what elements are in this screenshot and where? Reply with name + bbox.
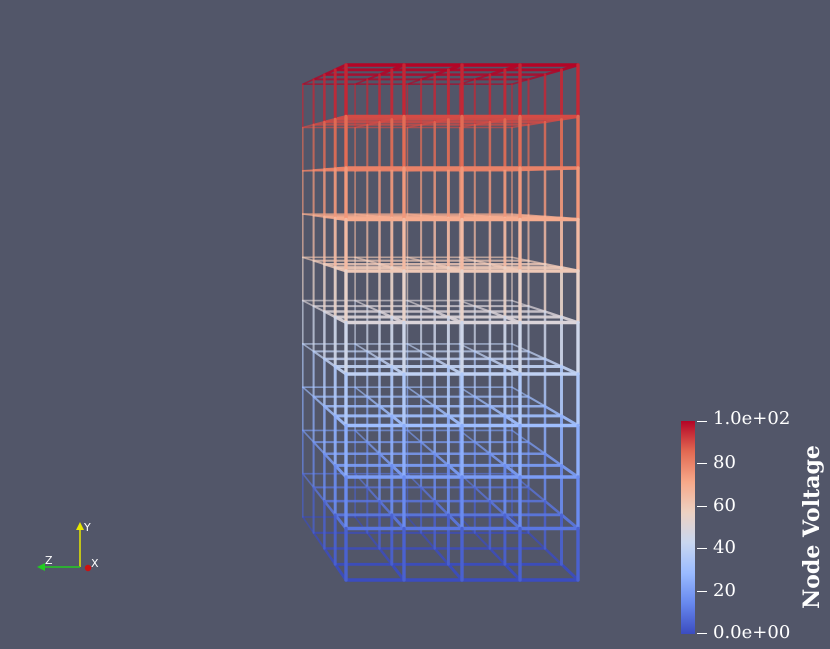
lattice-wire bbox=[301, 299, 315, 307]
lattice-wire bbox=[323, 452, 337, 467]
lattice-wire bbox=[323, 405, 337, 418]
lattice-wire bbox=[543, 499, 563, 517]
colorbar-label-80: 80 bbox=[713, 452, 736, 473]
lattice-wire bbox=[301, 516, 315, 534]
lattice-wire bbox=[406, 343, 422, 353]
lattice-wire bbox=[473, 531, 491, 550]
colorbar-label-max: 1.0e+02 bbox=[713, 408, 791, 429]
lattice-wire bbox=[312, 486, 326, 503]
z-axis-arrowhead bbox=[37, 563, 45, 571]
lattice-wire bbox=[527, 486, 547, 503]
lattice-wire bbox=[301, 429, 315, 443]
colorbar-tick bbox=[697, 506, 707, 507]
colorbar-label-60: 60 bbox=[713, 495, 736, 516]
colorbar-label-min: 0.0e+00 bbox=[713, 622, 791, 643]
lattice-wire bbox=[420, 531, 436, 550]
y-axis-label: Y bbox=[83, 521, 91, 534]
x-axis-label: X bbox=[91, 557, 99, 570]
voltage-lattice-mesh[interactable] bbox=[0, 0, 830, 649]
lattice-wire bbox=[354, 429, 369, 443]
lattice-wire bbox=[420, 486, 436, 503]
lattice-wire bbox=[301, 386, 315, 398]
lattice-wire bbox=[527, 395, 547, 408]
lattice-wire bbox=[312, 395, 326, 408]
lattice-wire bbox=[323, 499, 337, 517]
lattice-wire bbox=[378, 499, 394, 517]
lattice-wire bbox=[323, 547, 337, 566]
colorbar-gradient bbox=[681, 421, 695, 634]
lattice-wire bbox=[312, 350, 326, 360]
colorbar-tick bbox=[697, 463, 707, 464]
lattice-wire bbox=[354, 386, 369, 398]
lattice-wire bbox=[406, 386, 422, 398]
lattice-wire bbox=[527, 531, 547, 550]
lattice-wire bbox=[473, 441, 491, 455]
colorbar-label-40: 40 bbox=[713, 537, 736, 558]
lattice-wire bbox=[312, 441, 326, 455]
lattice-wire bbox=[543, 452, 563, 467]
lattice-wire bbox=[488, 499, 507, 517]
lattice-wire bbox=[406, 516, 422, 534]
lattice-wire bbox=[301, 472, 315, 489]
y-axis-arrowhead bbox=[76, 522, 84, 530]
colorbar-tick bbox=[697, 548, 707, 549]
lattice-wire bbox=[527, 441, 547, 455]
lattice-wire bbox=[473, 395, 491, 408]
lattice-wire bbox=[378, 547, 394, 566]
lattice-wire bbox=[390, 562, 406, 582]
lattice-wire bbox=[488, 547, 507, 566]
lattice-wire bbox=[420, 395, 436, 408]
lattice-wire bbox=[301, 169, 315, 172]
lattice-wire bbox=[446, 562, 464, 582]
lattice-wire bbox=[312, 531, 326, 550]
lattice-wire bbox=[312, 214, 326, 218]
lattice-wire bbox=[560, 562, 580, 582]
lattice-wire bbox=[366, 531, 381, 550]
colorbar-tick bbox=[697, 633, 707, 634]
lattice-wire bbox=[312, 168, 326, 172]
lattice-wire bbox=[366, 486, 381, 503]
lattice-wire bbox=[433, 499, 450, 517]
lattice-wire bbox=[366, 441, 381, 455]
lattice-wire bbox=[433, 547, 450, 566]
3d-viewport[interactable] bbox=[0, 0, 830, 649]
lattice-wire bbox=[488, 452, 507, 467]
lattice-wire bbox=[354, 343, 369, 353]
lattice-wire bbox=[473, 486, 491, 503]
lattice-wire bbox=[323, 215, 337, 220]
lattice-wire bbox=[390, 463, 406, 479]
lattice-wire bbox=[560, 463, 580, 479]
colorbar-title: Node Voltage bbox=[799, 445, 825, 609]
lattice-wire bbox=[354, 516, 369, 534]
lattice-wire bbox=[323, 167, 337, 171]
lattice-wire bbox=[378, 452, 394, 467]
colorbar-tick bbox=[697, 421, 707, 422]
lattice-wire bbox=[420, 441, 436, 455]
lattice-wire bbox=[433, 452, 450, 467]
lattice-wire bbox=[543, 547, 563, 566]
orientation-axes: Y Z X bbox=[37, 521, 99, 572]
z-axis-label: Z bbox=[45, 554, 53, 567]
lattice-wire bbox=[406, 429, 422, 443]
colorbar-label-20: 20 bbox=[713, 580, 736, 601]
lattice-wire bbox=[560, 513, 580, 530]
lattice-wire bbox=[301, 343, 315, 353]
lattice-wire bbox=[503, 562, 522, 582]
lattice-wire bbox=[366, 395, 381, 408]
colorbar-tick bbox=[697, 591, 707, 592]
